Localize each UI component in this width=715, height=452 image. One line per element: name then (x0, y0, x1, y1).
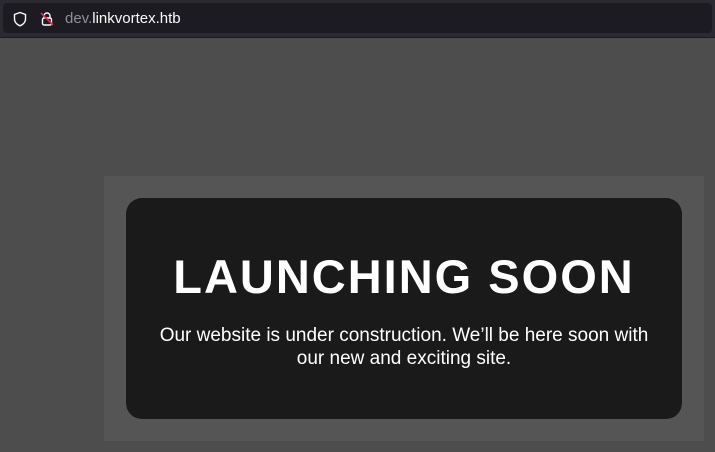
announcement-card: LAUNCHING SOON Our website is under cons… (126, 198, 682, 419)
browser-toolbar: dev.linkvortex.htb (0, 0, 715, 38)
lock-icon[interactable] (39, 11, 55, 27)
content-panel: LAUNCHING SOON Our website is under cons… (104, 176, 704, 441)
page-content: LAUNCHING SOON Our website is under cons… (0, 38, 715, 452)
page-title: LAUNCHING SOON (173, 250, 635, 303)
construction-message: Our website is under construction. We’ll… (159, 325, 649, 369)
shield-icon[interactable] (12, 11, 28, 27)
url-text[interactable]: dev.linkvortex.htb (65, 10, 181, 28)
url-subdomain: dev. (65, 10, 93, 27)
address-bar[interactable]: dev.linkvortex.htb (3, 3, 712, 33)
url-host: linkvortex.htb (92, 10, 181, 27)
